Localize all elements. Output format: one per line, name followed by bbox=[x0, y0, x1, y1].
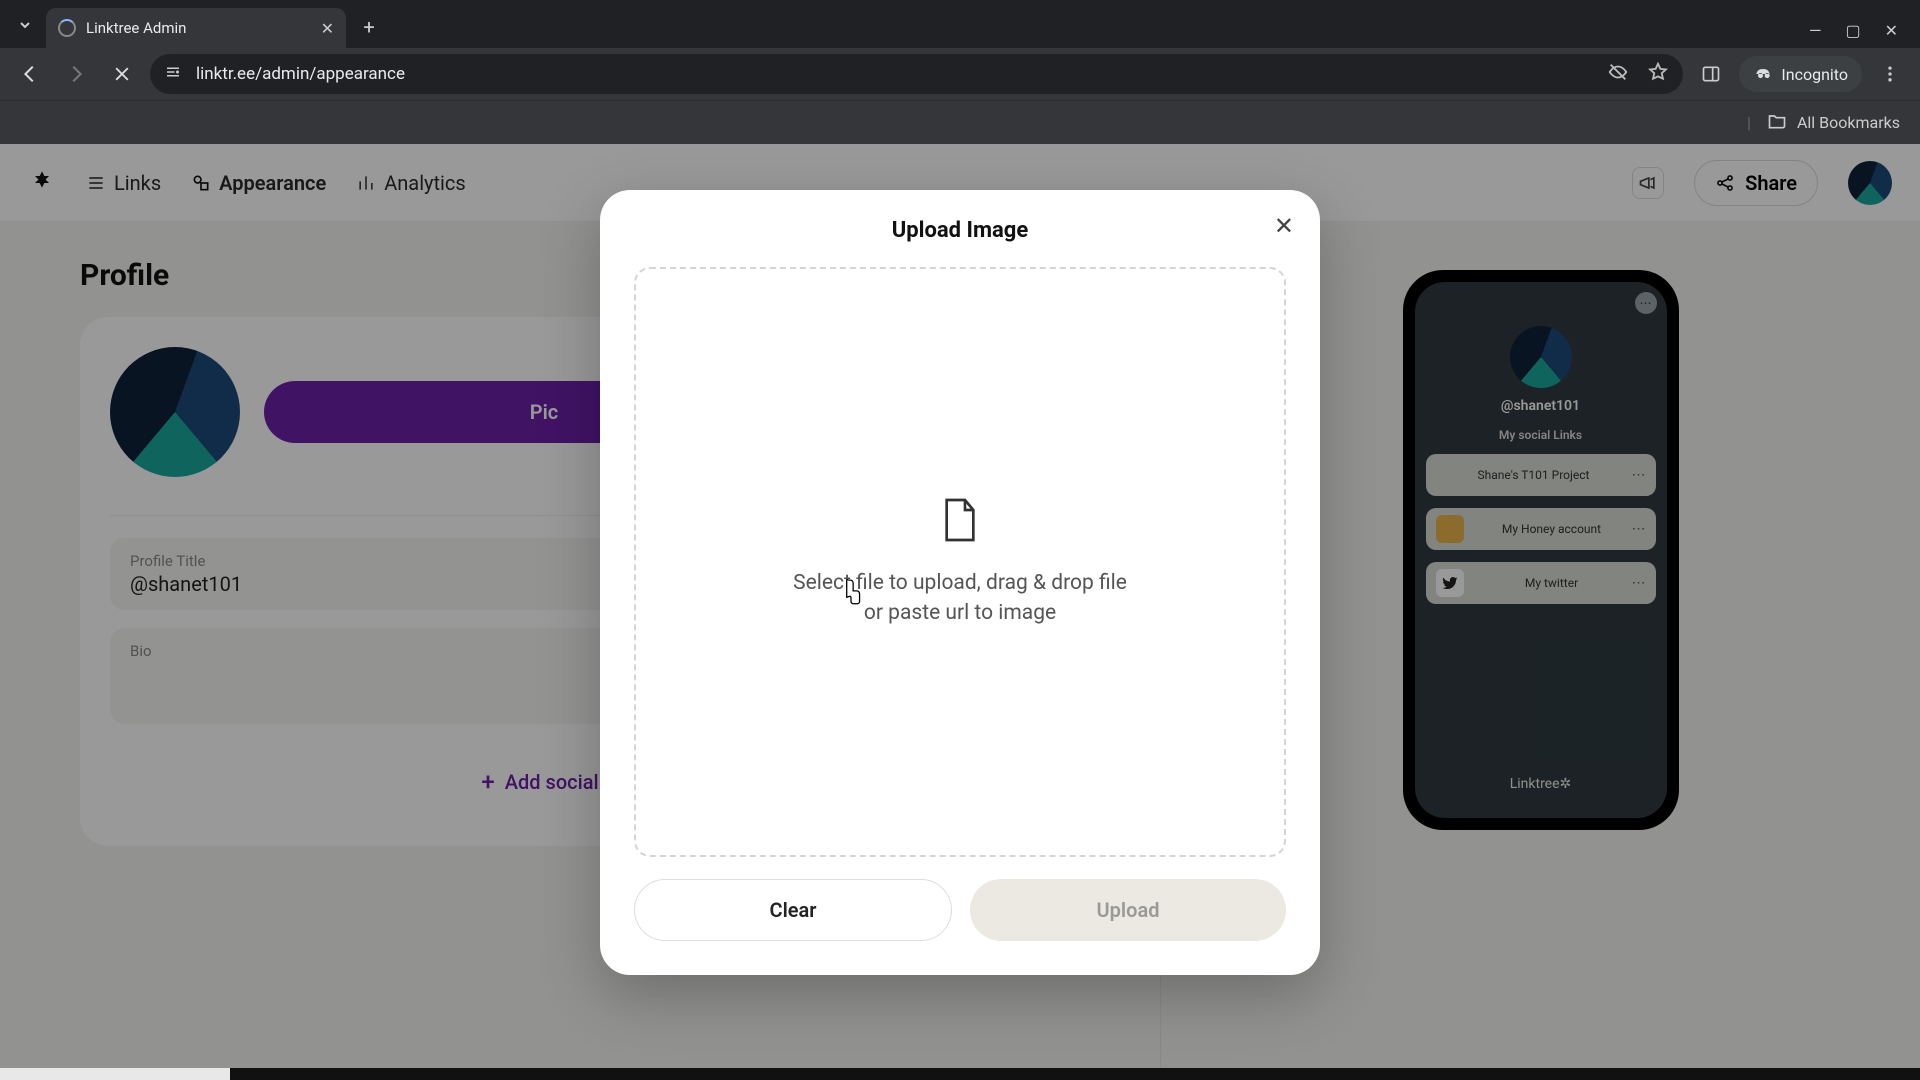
bookmarks-bar: | All Bookmarks bbox=[0, 100, 1920, 144]
side-panel-button[interactable] bbox=[1693, 56, 1729, 92]
maximize-button[interactable]: ▢ bbox=[1845, 21, 1860, 40]
close-modal-button[interactable]: ✕ bbox=[1274, 212, 1294, 240]
tab-search-button[interactable] bbox=[10, 10, 40, 40]
back-button[interactable] bbox=[12, 56, 48, 92]
site-settings-icon[interactable] bbox=[164, 63, 182, 86]
upload-button[interactable]: Upload bbox=[970, 879, 1286, 941]
upload-image-modal: Upload Image ✕ Select file to upload, dr… bbox=[600, 190, 1320, 975]
stop-reload-button[interactable] bbox=[104, 56, 140, 92]
window-controls: — ▢ ✕ bbox=[1809, 21, 1920, 48]
address-bar[interactable]: linktr.ee/admin/appearance bbox=[150, 54, 1683, 94]
upload-dropzone[interactable]: Select file to upload, drag & drop file … bbox=[634, 267, 1286, 857]
modal-title: Upload Image bbox=[634, 218, 1286, 243]
incognito-chip[interactable]: Incognito bbox=[1739, 56, 1862, 92]
file-icon bbox=[940, 496, 980, 548]
tab-strip: Linktree Admin ✕ + — ▢ ✕ bbox=[0, 0, 1920, 48]
browser-toolbar: linktr.ee/admin/appearance Incognito bbox=[0, 48, 1920, 100]
close-tab-icon[interactable]: ✕ bbox=[321, 19, 334, 38]
os-taskbar bbox=[0, 1068, 1920, 1080]
browser-menu-button[interactable] bbox=[1872, 56, 1908, 92]
forward-button[interactable] bbox=[58, 56, 94, 92]
clear-button[interactable]: Clear bbox=[634, 879, 952, 941]
new-tab-button[interactable]: + bbox=[354, 12, 384, 42]
url-text: linktr.ee/admin/appearance bbox=[196, 64, 405, 84]
incognito-label: Incognito bbox=[1781, 65, 1848, 84]
folder-icon bbox=[1767, 111, 1787, 135]
tab-title: Linktree Admin bbox=[86, 19, 311, 37]
browser-tab[interactable]: Linktree Admin ✕ bbox=[46, 8, 346, 48]
minimize-button[interactable]: — bbox=[1809, 21, 1822, 40]
all-bookmarks-button[interactable]: All Bookmarks bbox=[1797, 113, 1900, 132]
dropzone-text: Select file to upload, drag & drop file … bbox=[793, 568, 1127, 629]
eye-off-icon[interactable] bbox=[1607, 61, 1629, 88]
close-window-button[interactable]: ✕ bbox=[1885, 21, 1898, 40]
bookmark-star-icon[interactable] bbox=[1647, 61, 1669, 88]
loading-spinner-icon bbox=[58, 19, 76, 37]
